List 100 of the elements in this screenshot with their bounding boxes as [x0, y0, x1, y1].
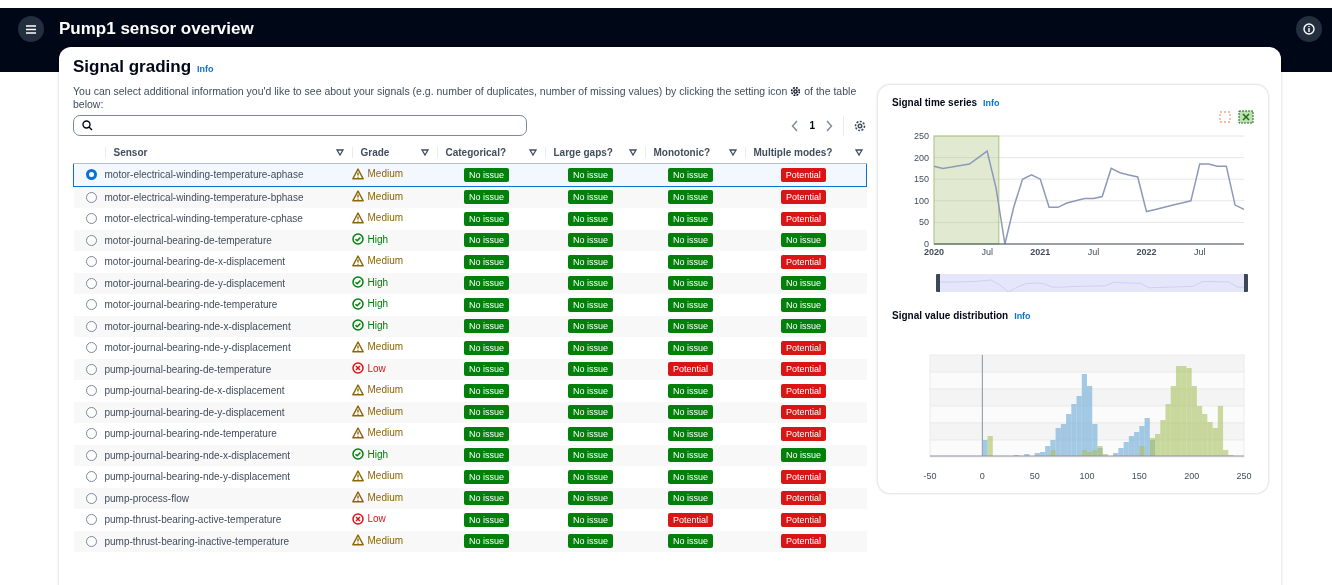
page-number[interactable]: 1 — [809, 120, 815, 131]
sensor-name: pump-journal-bearing-de-y-displacement — [104, 406, 285, 418]
reset-zoom-icon[interactable] — [1238, 110, 1254, 124]
status-badge: Potential — [781, 405, 826, 420]
radio-button[interactable] — [85, 514, 97, 526]
radio-button[interactable] — [85, 363, 97, 375]
status-badge: No issue — [568, 405, 613, 420]
sort-icon[interactable] — [420, 148, 429, 156]
sort-icon[interactable] — [728, 148, 737, 156]
status-badge: No issue — [464, 426, 509, 441]
column-header[interactable]: Monotonic? — [653, 146, 729, 158]
description-text: You can select additional information you'd like to see about your signals (e.g. number of duplicates, number of missing values) by clicking the setting icon — [73, 85, 788, 97]
radio-button[interactable] — [85, 191, 97, 203]
status-badge: Potential — [781, 211, 826, 226]
info-link[interactable]: Info — [983, 98, 1000, 108]
status-badge: No issue — [781, 297, 826, 312]
column-header[interactable]: Categorical? — [445, 146, 529, 158]
previous-page-button[interactable] — [791, 119, 800, 132]
check-circle-icon — [351, 319, 364, 332]
sensor-name: motor-journal-bearing-de-x-displacement — [104, 256, 286, 268]
status-badge: No issue — [568, 167, 613, 182]
status-badge: Potential — [781, 383, 826, 398]
menu-button[interactable] — [18, 16, 44, 42]
radio-button[interactable] — [85, 299, 97, 311]
axis-tick-label: Jul — [1087, 247, 1100, 257]
sort-icon[interactable] — [335, 148, 344, 156]
status-badge: No issue — [668, 276, 713, 291]
grade-label: Low — [367, 362, 386, 374]
axis-tick-label: 200 — [1184, 471, 1200, 481]
next-page-button[interactable] — [825, 119, 833, 132]
radio-button[interactable] — [85, 256, 97, 268]
grade-label: High — [367, 319, 389, 331]
column-header[interactable]: Large gaps? — [553, 146, 629, 158]
sensor-name: motor-journal-bearing-nde-temperature — [104, 299, 278, 311]
status-badge: No issue — [464, 448, 509, 463]
axis-tick-label: 100 — [913, 195, 929, 206]
status-badge: Potential — [668, 362, 713, 377]
info-link[interactable]: Info — [1014, 311, 1031, 321]
check-circle-icon — [351, 276, 364, 289]
radio-button[interactable] — [85, 234, 97, 246]
warning-icon — [351, 383, 364, 396]
radio-button[interactable] — [85, 406, 97, 418]
sensor-name: motor-journal-bearing-nde-y-displacement — [104, 342, 291, 354]
status-badge: No issue — [668, 233, 713, 248]
status-badge: No issue — [464, 491, 509, 506]
info-link[interactable]: Info — [197, 64, 214, 74]
selection-band[interactable] — [933, 135, 1000, 245]
column-header[interactable]: Sensor — [113, 146, 336, 158]
grade-label: Medium — [367, 427, 404, 439]
radio-button[interactable] — [85, 535, 97, 547]
grade-label: Medium — [367, 384, 404, 396]
radio-button[interactable] — [85, 385, 97, 397]
settings-button[interactable] — [854, 119, 866, 132]
description-text: of the table — [804, 85, 857, 97]
radio-button[interactable] — [85, 342, 97, 354]
page-title: Pump1 sensor overview — [59, 19, 255, 39]
status-badge: Potential — [781, 426, 826, 441]
status-badge: No issue — [781, 448, 826, 463]
autoscale-icon[interactable] — [1218, 110, 1232, 124]
status-badge: No issue — [668, 405, 713, 420]
info-button[interactable] — [1296, 16, 1322, 42]
status-badge: No issue — [464, 233, 509, 248]
warning-icon — [351, 211, 364, 224]
overview-strip[interactable] — [936, 274, 1248, 292]
radio-button[interactable] — [86, 169, 97, 181]
status-badge: Potential — [781, 512, 826, 527]
sort-icon[interactable] — [854, 148, 863, 156]
sort-icon[interactable] — [528, 148, 537, 156]
grade-label: Medium — [367, 168, 404, 180]
radio-button[interactable] — [85, 320, 97, 332]
status-badge: No issue — [464, 190, 509, 205]
column-header[interactable]: Multiple modes? — [753, 146, 855, 158]
search-field[interactable] — [73, 115, 527, 136]
sort-icon[interactable] — [628, 148, 637, 156]
status-badge: No issue — [568, 469, 613, 484]
status-badge: Potential — [668, 512, 713, 527]
radio-button[interactable] — [85, 449, 97, 461]
radio-button[interactable] — [85, 471, 97, 483]
grade-label: Low — [367, 513, 386, 525]
status-badge: Potential — [781, 362, 826, 377]
sensor-name: pump-journal-bearing-de-temperature — [104, 363, 272, 375]
column-header[interactable]: Grade — [360, 146, 421, 158]
status-badge: No issue — [464, 167, 509, 182]
radio-button[interactable] — [85, 213, 97, 225]
sensor-name: pump-journal-bearing-nde-y-displacement — [104, 471, 291, 483]
status-badge: No issue — [568, 276, 613, 291]
status-badge: No issue — [464, 362, 509, 377]
status-badge: No issue — [568, 254, 613, 269]
sensor-name: motor-journal-bearing-nde-x-displacement — [104, 320, 291, 332]
sensor-name: motor-electrical-winding-temperature-cphase — [104, 213, 303, 225]
status-badge: No issue — [668, 190, 713, 205]
radio-button[interactable] — [85, 428, 97, 440]
warning-icon — [351, 426, 364, 439]
axis-tick-label: 2021 — [1030, 247, 1051, 257]
radio-button[interactable] — [85, 492, 97, 504]
info-icon — [1303, 23, 1315, 35]
axis-tick-label: 150 — [913, 174, 929, 185]
radio-button[interactable] — [85, 277, 97, 289]
status-badge: No issue — [464, 276, 509, 291]
axis-tick-label: 250 — [1236, 471, 1252, 481]
